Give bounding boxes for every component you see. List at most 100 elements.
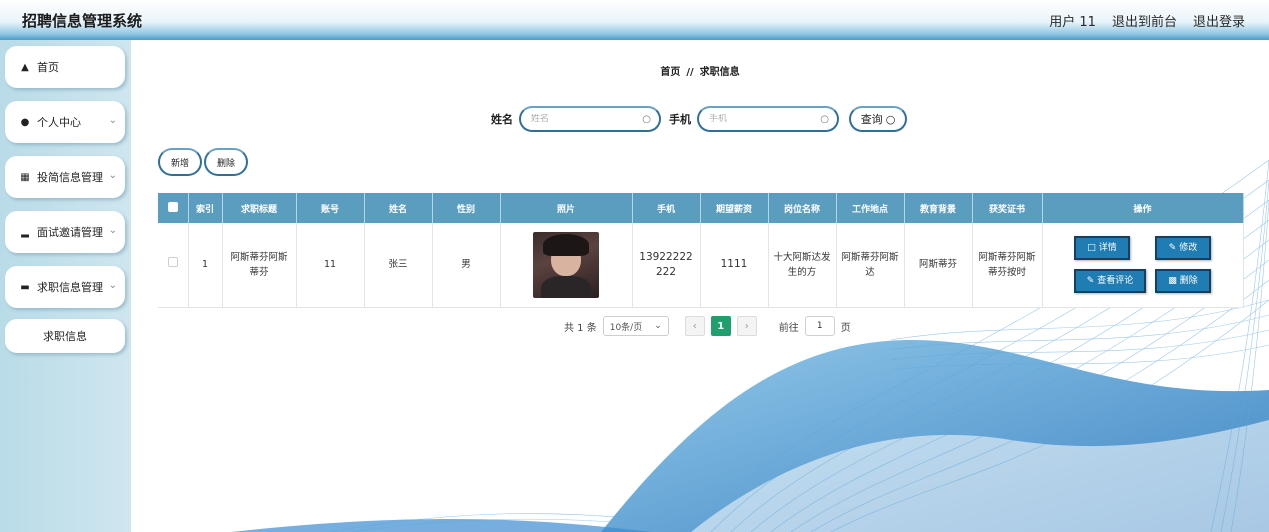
detail-button-label: 详情	[1098, 242, 1117, 253]
phone-search-label: 手机	[669, 113, 691, 126]
row-checkbox[interactable]	[167, 257, 178, 268]
column-header: 教育背景	[904, 193, 973, 223]
monitor-icon: ▬	[20, 281, 30, 293]
next-page-button[interactable]: ›	[736, 316, 757, 336]
chevron-left-icon: ‹	[692, 320, 697, 332]
sidebar-subitem-job-seeking-info[interactable]: 求职信息	[5, 319, 125, 353]
sidebar: ▲ 首页 ● 个人中心 ⌄ ▦ 投简信息管理 ⌄ ▂ 面试邀请管理 ⌄ ▬ 求职…	[0, 40, 131, 532]
sidebar-item-interview-management[interactable]: ▂ 面试邀请管理 ⌄	[5, 211, 125, 253]
cell-index: 1	[188, 223, 223, 308]
breadcrumb: 首页 // 求职信息	[131, 63, 1269, 78]
column-header: 照片	[500, 193, 633, 223]
query-button[interactable]: 查询 ○	[849, 106, 907, 132]
exit-to-front-link[interactable]: 退出到前台	[1112, 11, 1177, 30]
query-button-label: 查询	[860, 113, 883, 126]
pagination: 共 1 条 10条/页 ⌄ ‹ 1 › 前往 1 页	[564, 316, 851, 336]
bar-chart-icon: ▂	[21, 226, 29, 238]
view-comments-button[interactable]: ✎ 查看评论	[1074, 269, 1146, 294]
column-header: 手机	[632, 193, 701, 223]
comment-icon: ✎	[1086, 275, 1095, 286]
header-links: 用户 11 退出到前台 退出登录	[1049, 11, 1245, 30]
user-icon: ●	[20, 116, 30, 128]
breadcrumb-separator: //	[686, 67, 694, 78]
goto-suffix: 页	[840, 322, 851, 334]
cell-location: 阿斯蒂芬阿斯达	[836, 223, 905, 308]
column-header: 姓名	[364, 193, 433, 223]
column-header: 期望薪资	[700, 193, 769, 223]
goto-prefix: 前往	[778, 322, 799, 334]
column-header: 账号	[296, 193, 365, 223]
cell-salary: 1111	[700, 223, 769, 308]
current-user[interactable]: 用户 11	[1049, 11, 1096, 30]
delete-button-label: 删除	[1179, 275, 1198, 286]
search-icon: ○	[820, 114, 829, 125]
sidebar-item-label: 投简信息管理	[37, 171, 103, 184]
add-button[interactable]: 新增	[158, 148, 202, 176]
prev-page-button[interactable]: ‹	[684, 316, 705, 336]
delete-button[interactable]: ▩ 删除	[1155, 269, 1211, 294]
column-header: 获奖证书	[972, 193, 1043, 223]
name-search-field[interactable]: ○	[519, 106, 661, 132]
total-count: 共 1 条	[564, 322, 597, 334]
top-header: 招聘信息管理系统 用户 11 退出到前台 退出登录	[0, 0, 1269, 40]
cell-photo	[500, 223, 633, 308]
sidebar-item-job-seeking-management[interactable]: ▬ 求职信息管理 ⌄	[5, 266, 125, 308]
grid-icon: ▦	[20, 171, 30, 183]
edit-button-label: 修改	[1179, 242, 1198, 253]
search-bar: 姓名 ○ 手机 ○ 查询 ○	[489, 106, 907, 132]
chevron-down-icon: ⌄	[108, 170, 117, 181]
trash-icon: ▩	[1168, 275, 1177, 286]
column-header: 操作	[1042, 193, 1244, 223]
row-select-cell[interactable]	[158, 223, 189, 308]
column-header: 性别	[432, 193, 501, 223]
cell-gender: 男	[432, 223, 501, 308]
chevron-down-icon: ⌄	[654, 321, 662, 331]
sidebar-item-home[interactable]: ▲ 首页	[5, 46, 125, 88]
search-icon: ○	[885, 112, 896, 126]
cell-account: 11	[296, 223, 365, 308]
cell-operations: □ 详情 ✎ 修改 ✎ 查看评论 ▩ 删除	[1042, 223, 1244, 308]
page-size-value: 10条/页	[609, 322, 643, 333]
sidebar-item-personal-center[interactable]: ● 个人中心 ⌄	[5, 101, 125, 143]
action-row: 新增 删除	[158, 148, 248, 176]
batch-delete-button[interactable]: 删除	[204, 148, 248, 176]
phone-search-input[interactable]	[709, 114, 819, 124]
goto-page-input[interactable]: 1	[804, 316, 835, 336]
select-all-header[interactable]	[158, 193, 189, 223]
logout-link[interactable]: 退出登录	[1193, 11, 1245, 30]
select-all-checkbox[interactable]	[167, 201, 178, 212]
edit-button[interactable]: ✎ 修改	[1155, 236, 1211, 261]
sidebar-item-resume-management[interactable]: ▦ 投简信息管理 ⌄	[5, 156, 125, 198]
phone-search-field[interactable]: ○	[697, 106, 839, 132]
detail-button[interactable]: □ 详情	[1074, 236, 1130, 261]
name-search-label: 姓名	[491, 113, 513, 126]
sidebar-item-label: 个人中心	[37, 116, 81, 129]
job-seeking-table: 索引 求职标题 账号 姓名 性别 照片 手机 期望薪资 岗位名称 工作地点 教育…	[158, 193, 1244, 308]
breadcrumb-current: 求职信息	[699, 67, 740, 78]
home-icon: ▲	[21, 61, 29, 73]
data-table-wrap: 索引 求职标题 账号 姓名 性别 照片 手机 期望薪资 岗位名称 工作地点 教育…	[158, 193, 1244, 308]
cell-title: 阿斯蒂芬阿斯蒂芬	[222, 223, 297, 308]
main-content: 首页 // 求职信息 姓名 ○ 手机 ○ 查询 ○ 新增 删除	[131, 40, 1269, 532]
chevron-right-icon: ›	[744, 320, 749, 332]
app-title: 招聘信息管理系统	[22, 11, 143, 30]
chevron-down-icon: ⌄	[108, 115, 117, 126]
cell-phone: 13922222222	[632, 223, 701, 308]
page-size-select[interactable]: 10条/页 ⌄	[602, 316, 669, 336]
page-number-current[interactable]: 1	[710, 316, 731, 336]
table-row: 1 阿斯蒂芬阿斯蒂芬 11 张三 男 13922222222 1111 十大阿斯…	[158, 223, 1244, 308]
edit-icon: ✎	[1168, 242, 1177, 253]
sidebar-item-label: 首页	[37, 61, 59, 74]
column-header: 求职标题	[222, 193, 297, 223]
cell-awards: 阿斯蒂芬阿斯蒂芬按时	[972, 223, 1043, 308]
breadcrumb-home[interactable]: 首页	[660, 67, 680, 78]
row-operations: □ 详情 ✎ 修改 ✎ 查看评论 ▩ 删除	[1047, 236, 1239, 294]
column-header: 索引	[188, 193, 223, 223]
profile-photo[interactable]	[533, 231, 599, 298]
cell-education: 阿斯蒂芬	[904, 223, 973, 308]
cell-position: 十大阿斯达发生的方	[768, 223, 837, 308]
name-search-input[interactable]	[531, 114, 641, 124]
view-comments-label: 查看评论	[1097, 275, 1134, 286]
table-header-row: 索引 求职标题 账号 姓名 性别 照片 手机 期望薪资 岗位名称 工作地点 教育…	[158, 193, 1244, 223]
column-header: 岗位名称	[768, 193, 837, 223]
